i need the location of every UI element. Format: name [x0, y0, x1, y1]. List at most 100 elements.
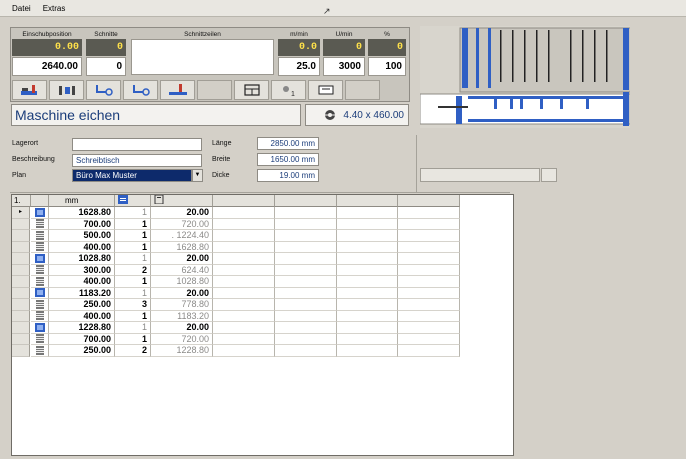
cell-mm[interactable]: 300.00 — [49, 264, 115, 276]
table-row[interactable]: 700.00 1 720.00 — [12, 333, 460, 345]
cell-count[interactable]: 1 — [115, 253, 151, 265]
cell-count[interactable]: 1 — [115, 230, 151, 242]
row-selector[interactable] — [12, 253, 30, 265]
cell-empty[interactable] — [398, 310, 460, 322]
clamp-button[interactable] — [49, 80, 84, 100]
cell-empty[interactable] — [213, 333, 275, 345]
cell-mm[interactable]: 400.00 — [49, 241, 115, 253]
table-row[interactable]: 1183.20 1 20.00 — [12, 287, 460, 299]
cell-mm[interactable]: 1228.80 — [49, 322, 115, 334]
menu-extras[interactable]: Extras — [41, 3, 68, 14]
cell-position[interactable]: 20.00 — [151, 322, 213, 334]
cell-mm[interactable]: 1628.80 — [49, 207, 115, 219]
cell-empty[interactable] — [213, 310, 275, 322]
plan-dropdown-button[interactable]: ▼ — [192, 169, 203, 182]
cell-empty[interactable] — [275, 345, 337, 357]
einschub-target[interactable]: 2640.00 — [12, 57, 82, 76]
cell-empty[interactable] — [398, 253, 460, 265]
cell-count[interactable]: 1 — [115, 276, 151, 288]
saw-right-button[interactable] — [123, 80, 158, 100]
breite-input[interactable]: 1650.00 mm — [257, 153, 319, 166]
cell-empty[interactable] — [275, 218, 337, 230]
cell-empty[interactable] — [213, 218, 275, 230]
cell-position[interactable]: 1628.80 — [151, 241, 213, 253]
cell-count[interactable]: 1 — [115, 333, 151, 345]
cell-empty[interactable] — [275, 207, 337, 219]
cell-mm[interactable]: 250.00 — [49, 299, 115, 311]
table-row[interactable]: 250.00 2 1228.80 — [12, 345, 460, 357]
u-min-target[interactable]: 3000 — [323, 57, 365, 76]
cell-empty[interactable] — [398, 345, 460, 357]
table-row[interactable]: 1028.80 1 20.00 — [12, 253, 460, 265]
cell-count[interactable]: 1 — [115, 310, 151, 322]
schnitte-target[interactable]: 0 — [86, 57, 126, 76]
saw-left-button[interactable] — [86, 80, 121, 100]
cell-empty[interactable] — [398, 207, 460, 219]
cell-empty[interactable] — [337, 322, 398, 334]
cell-count[interactable]: 2 — [115, 264, 151, 276]
cell-empty[interactable] — [275, 276, 337, 288]
table-row[interactable]: 1228.80 1 20.00 — [12, 322, 460, 334]
cell-position[interactable]: 624.40 — [151, 264, 213, 276]
cell-empty[interactable] — [337, 218, 398, 230]
table-row[interactable]: 300.00 2 624.40 — [12, 264, 460, 276]
cell-empty[interactable] — [213, 322, 275, 334]
cell-empty[interactable] — [213, 287, 275, 299]
dicke-input[interactable]: 19.00 mm — [257, 169, 319, 182]
cell-empty[interactable] — [398, 299, 460, 311]
cell-position[interactable]: 1183.20 — [151, 310, 213, 322]
cell-empty[interactable] — [398, 276, 460, 288]
cell-position[interactable]: 1028.80 — [151, 276, 213, 288]
cell-position[interactable]: 1228.80 — [151, 345, 213, 357]
cell-empty[interactable] — [213, 241, 275, 253]
cell-empty[interactable] — [337, 276, 398, 288]
window-button[interactable] — [234, 80, 269, 100]
cell-empty[interactable] — [398, 322, 460, 334]
row-selector[interactable] — [12, 264, 30, 276]
cell-mm[interactable]: 1183.20 — [49, 287, 115, 299]
row-selector[interactable] — [12, 345, 30, 357]
cell-count[interactable]: 3 — [115, 299, 151, 311]
aux-button[interactable] — [541, 168, 557, 182]
toolbar-blank-1[interactable] — [197, 80, 232, 100]
cell-empty[interactable] — [275, 241, 337, 253]
lift-button[interactable] — [160, 80, 195, 100]
cell-empty[interactable] — [337, 287, 398, 299]
cell-count[interactable]: 1 — [115, 241, 151, 253]
cell-empty[interactable] — [337, 299, 398, 311]
cell-count[interactable]: 2 — [115, 345, 151, 357]
lagerort-input[interactable] — [72, 138, 202, 151]
table-row[interactable]: ▸ 1628.80 1 20.00 — [12, 207, 460, 219]
cut-list-grid[interactable]: 1. mm ▸ 1628.80 1 20.00 700.00 1 720.00 500.00 1… — [11, 194, 514, 456]
cell-empty[interactable] — [275, 322, 337, 334]
cell-position[interactable]: 720.00 — [151, 218, 213, 230]
percent-target[interactable]: 100 — [368, 57, 406, 76]
cell-empty[interactable] — [337, 345, 398, 357]
cell-empty[interactable] — [337, 310, 398, 322]
cell-empty[interactable] — [213, 345, 275, 357]
table-row[interactable]: 700.00 1 720.00 — [12, 218, 460, 230]
cell-empty[interactable] — [213, 230, 275, 242]
cell-empty[interactable] — [275, 310, 337, 322]
cell-mm[interactable]: 250.00 — [49, 345, 115, 357]
cell-empty[interactable] — [337, 207, 398, 219]
cell-position[interactable]: . 1224.40 — [151, 230, 213, 242]
toolbar-blank-2[interactable] — [345, 80, 380, 100]
plate-button[interactable] — [308, 80, 343, 100]
cell-empty[interactable] — [337, 253, 398, 265]
cell-empty[interactable] — [398, 287, 460, 299]
row-selector[interactable] — [12, 287, 30, 299]
row-selector[interactable] — [12, 230, 30, 242]
cell-mm[interactable]: 1028.80 — [49, 253, 115, 265]
cell-empty[interactable] — [337, 230, 398, 242]
cell-empty[interactable] — [213, 207, 275, 219]
cell-empty[interactable] — [275, 264, 337, 276]
cell-empty[interactable] — [398, 264, 460, 276]
row-selector[interactable] — [12, 310, 30, 322]
aux-input[interactable] — [420, 168, 540, 182]
cell-position[interactable]: 720.00 — [151, 333, 213, 345]
cell-mm[interactable]: 700.00 — [49, 218, 115, 230]
cell-empty[interactable] — [398, 333, 460, 345]
cell-empty[interactable] — [275, 253, 337, 265]
menu-datei[interactable]: Datei — [10, 3, 33, 14]
